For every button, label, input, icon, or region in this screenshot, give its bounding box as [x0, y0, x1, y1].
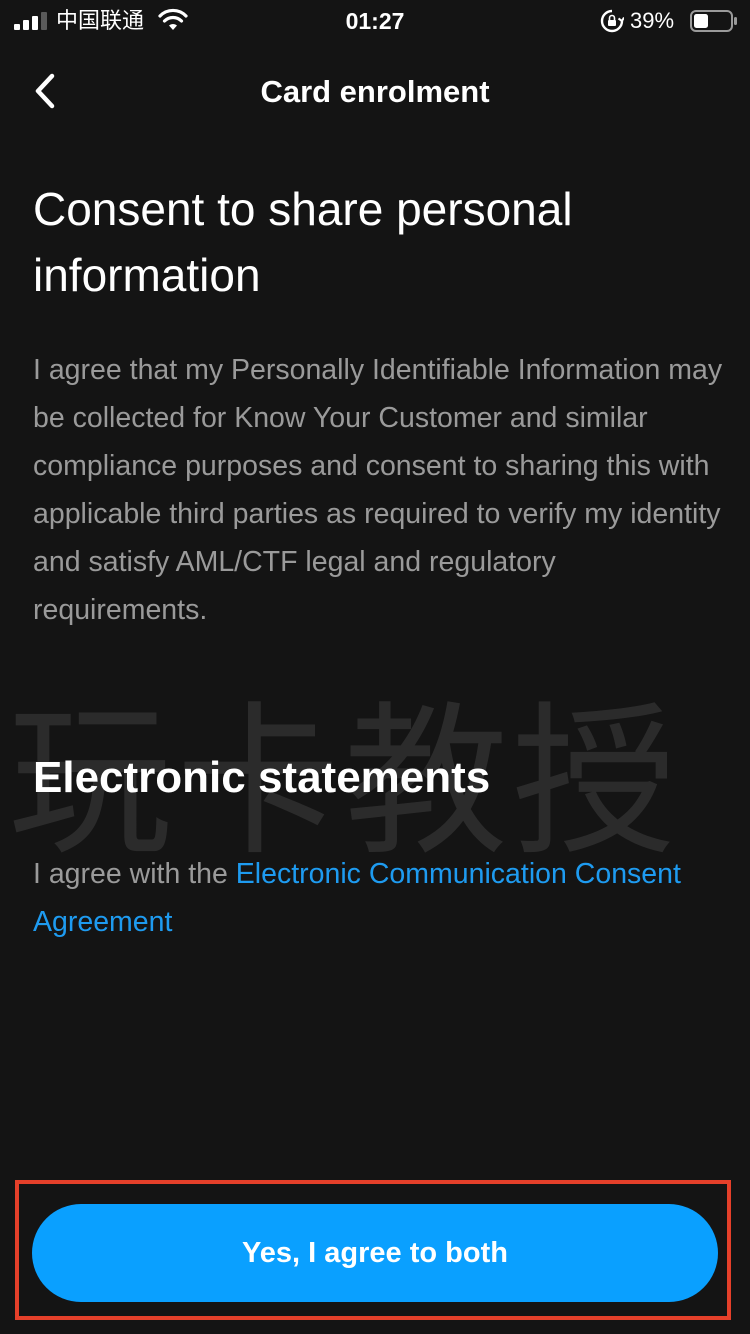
statements-prefix: I agree with the — [33, 858, 236, 890]
consent-heading: Consent to share personal information — [33, 183, 573, 301]
page-title: Card enrolment — [260, 74, 490, 109]
agree-button[interactable]: Yes, I agree to both — [32, 1204, 718, 1302]
statements-heading: Electronic statements — [33, 753, 491, 802]
statements-agreement: I agree with the Electronic Communicatio… — [33, 850, 733, 946]
battery-icon — [690, 10, 737, 32]
battery-percent: 39% — [630, 8, 675, 33]
rotation-lock-icon — [600, 9, 624, 33]
consent-body: I agree that my Personally Identifiable … — [33, 354, 723, 626]
status-bar: 中国联通 01:27 39% — [0, 0, 750, 42]
